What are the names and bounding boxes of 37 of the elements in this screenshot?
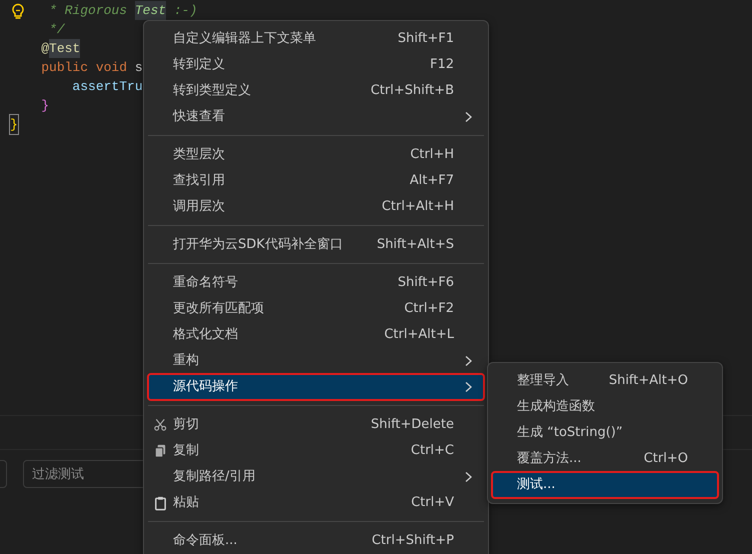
menu-item[interactable]: 源代码操作: [148, 374, 484, 400]
menu-item[interactable]: 类型层次 Ctrl+H: [148, 142, 484, 168]
menu-item[interactable]: 转到定义 F12: [148, 52, 484, 78]
menu-item[interactable]: 更改所有匹配项 Ctrl+F2: [148, 296, 484, 322]
menu-item[interactable]: 快速查看: [148, 104, 484, 130]
menu-item[interactable]: 格式化文档 Ctrl+Alt+L: [148, 322, 484, 348]
menu-item[interactable]: 重构: [148, 348, 484, 374]
menu-item[interactable]: 粘贴 Ctrl+V: [148, 490, 484, 516]
menu-item[interactable]: 整理导入 Shift+Alt+O: [492, 368, 718, 394]
menu-item[interactable]: 覆盖方法... Ctrl+O: [492, 446, 718, 472]
code-text: assertTru: [72, 78, 143, 96]
lightbulb-icon: [11, 3, 25, 20]
menu-item[interactable]: 剪切 Shift+Delete: [148, 412, 484, 438]
menu-item[interactable]: 自定义编辑器上下文菜单 Shift+F1: [148, 26, 484, 52]
scissors-icon: [153, 417, 168, 433]
code-text: */: [49, 21, 65, 39]
code-text: s: [134, 59, 143, 77]
clipboard-icon: [153, 495, 168, 511]
code-text: @: [41, 40, 50, 58]
menu-item[interactable]: 命令面板... Ctrl+Shift+P: [148, 528, 484, 554]
code-text: }: [10, 115, 18, 134]
code-text: :-): [174, 2, 198, 20]
menu-item[interactable]: 打开华为云SDK代码补全窗口 Shift+Alt+S: [148, 232, 484, 258]
menu-item[interactable]: 重命名符号 Shift+F6: [148, 270, 484, 296]
code-text: Test: [134, 1, 166, 20]
code-text: * Rigorous: [49, 2, 128, 20]
code-text: }: [41, 97, 50, 115]
menu-item[interactable]: 转到类型定义 Ctrl+Shift+B: [148, 78, 484, 104]
input-field[interactable]: [0, 460, 7, 488]
menu-item[interactable]: 查找引用 Alt+F7: [148, 168, 484, 194]
code-text: public void: [41, 59, 128, 77]
menu-item[interactable]: 生成 “toString()”: [492, 420, 718, 446]
menu-item[interactable]: 测试...: [492, 472, 718, 498]
menu-item[interactable]: 生成构造函数: [492, 394, 718, 420]
menu-item[interactable]: 调用层次 Ctrl+Alt+H: [148, 194, 484, 220]
code-text: Test: [49, 39, 80, 58]
copy-icon: [153, 443, 168, 459]
